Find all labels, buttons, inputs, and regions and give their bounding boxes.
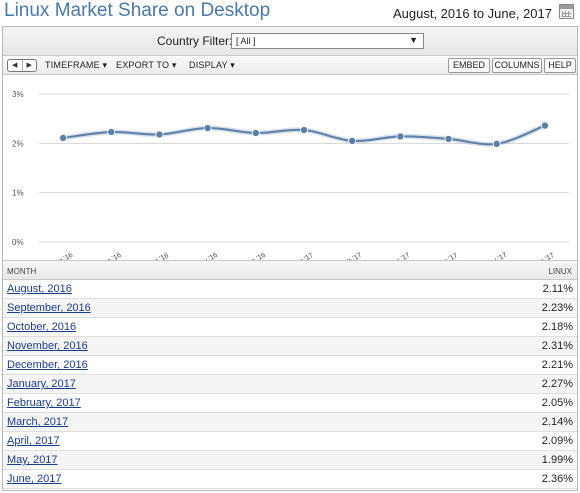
page-title: Linux Market Share on Desktop: [4, 0, 271, 21]
data-point: [540, 121, 549, 130]
display-menu[interactable]: DISPLAY ▾: [189, 60, 235, 71]
data-point: [203, 124, 212, 133]
toolbar: ◀ ▶ TIMEFRAME ▾ EXPORT TO ▾ DISPLAY ▾ EM…: [3, 57, 577, 75]
country-filter-label: Country Filter:: [157, 34, 233, 48]
data-point: [59, 133, 68, 142]
page-header: Linux Market Share on Desktop August, 20…: [0, 0, 580, 24]
next-button[interactable]: ▶: [21, 60, 37, 71]
data-point: [444, 134, 453, 143]
table-row: September, 2016 2.23%: [3, 299, 577, 318]
column-header-linux[interactable]: LINUX: [548, 267, 572, 276]
month-link[interactable]: February, 2017: [7, 397, 81, 409]
x-tick-label: Dec '16: [243, 252, 267, 260]
table-row: February, 2017 2.05%: [3, 394, 577, 413]
x-tick-label: Feb '17: [340, 252, 364, 260]
x-tick-label: Sep '16: [99, 252, 123, 260]
timeframe-menu[interactable]: TIMEFRAME ▾: [45, 60, 107, 71]
table-row: March, 2017 2.14%: [3, 413, 577, 432]
data-point: [251, 128, 260, 137]
x-tick-label: Nov '16: [195, 252, 219, 260]
x-tick-label: Oct '16: [147, 252, 170, 260]
month-link[interactable]: November, 2016: [7, 340, 88, 352]
embed-button[interactable]: EMBED: [448, 58, 490, 73]
report-panel: Country Filter: [ All ] ▼ ◀ ▶ TIMEFRAME …: [2, 26, 578, 491]
month-link[interactable]: September, 2016: [7, 302, 91, 314]
x-tick-label: Aug '16: [50, 252, 74, 260]
calendar-icon[interactable]: [559, 4, 574, 19]
data-point: [348, 136, 357, 145]
share-value: 2.05%: [541, 397, 573, 409]
data-point: [155, 130, 164, 139]
dropdown-arrow-icon: ▼: [409, 35, 418, 45]
share-value: 2.31%: [541, 340, 573, 352]
month-link[interactable]: January, 2017: [7, 378, 76, 390]
x-tick-label: Jan '17: [292, 252, 315, 260]
month-link[interactable]: May, 2017: [7, 454, 58, 466]
data-point: [396, 132, 405, 141]
help-button[interactable]: HELP: [544, 58, 576, 73]
table-row: October, 2016 2.18%: [3, 318, 577, 337]
share-value: 2.23%: [541, 302, 573, 314]
data-table: MONTH LINUX August, 2016 2.11% September,…: [3, 260, 577, 489]
y-tick-label: 0%: [12, 238, 24, 247]
x-tick-label: May '17: [484, 252, 509, 260]
share-value: 2.14%: [541, 416, 573, 428]
columns-button[interactable]: COLUMNS: [492, 58, 542, 73]
month-link[interactable]: August, 2016: [7, 283, 72, 295]
table-row: June, 2017 2.36%: [3, 470, 577, 489]
share-value: 2.21%: [541, 359, 573, 371]
month-link[interactable]: March, 2017: [7, 416, 68, 428]
share-value: 2.27%: [541, 378, 573, 390]
data-point: [299, 126, 308, 135]
x-tick-label: Jun '17: [533, 252, 556, 260]
share-value: 2.36%: [541, 473, 573, 485]
y-tick-label: 2%: [12, 139, 24, 148]
table-header: MONTH LINUX: [3, 260, 577, 280]
share-value: 2.11%: [542, 283, 573, 295]
x-tick-label: Apr '17: [437, 252, 460, 260]
share-value: 2.18%: [541, 321, 573, 333]
column-header-month[interactable]: MONTH: [7, 267, 36, 276]
table-row: November, 2016 2.31%: [3, 337, 577, 356]
share-value: 1.99%: [541, 454, 573, 466]
table-row: January, 2017 2.27%: [3, 375, 577, 394]
month-link[interactable]: December, 2016: [7, 359, 88, 371]
month-link[interactable]: June, 2017: [7, 473, 61, 485]
data-point: [492, 139, 501, 148]
export-menu[interactable]: EXPORT TO ▾: [116, 60, 177, 71]
country-filter-value: [ All ]: [236, 36, 256, 46]
x-tick-label: Mar '17: [388, 252, 412, 260]
y-tick-label: 1%: [12, 189, 24, 198]
data-point: [107, 127, 116, 136]
share-value: 2.09%: [541, 435, 573, 447]
nav-buttons: ◀ ▶: [7, 59, 37, 72]
table-row: May, 2017 1.99%: [3, 451, 577, 470]
y-tick-label: 3%: [12, 90, 24, 99]
table-row: August, 2016 2.11%: [3, 280, 577, 299]
prev-button[interactable]: ◀: [8, 60, 22, 71]
table-row: April, 2017 2.09%: [3, 432, 577, 451]
table-row: December, 2016 2.21%: [3, 356, 577, 375]
country-filter-select[interactable]: [ All ] ▼: [231, 33, 424, 49]
month-link[interactable]: April, 2017: [7, 435, 60, 447]
date-range: August, 2016 to June, 2017: [392, 6, 552, 21]
line-chart: 0% 1% 2% 3% Aug '16 Sep '16 Oct '16 Nov '16 Dec …: [12, 90, 569, 260]
month-link[interactable]: October, 2016: [7, 321, 76, 333]
filter-bar: Country Filter: [ All ] ▼: [3, 27, 577, 56]
